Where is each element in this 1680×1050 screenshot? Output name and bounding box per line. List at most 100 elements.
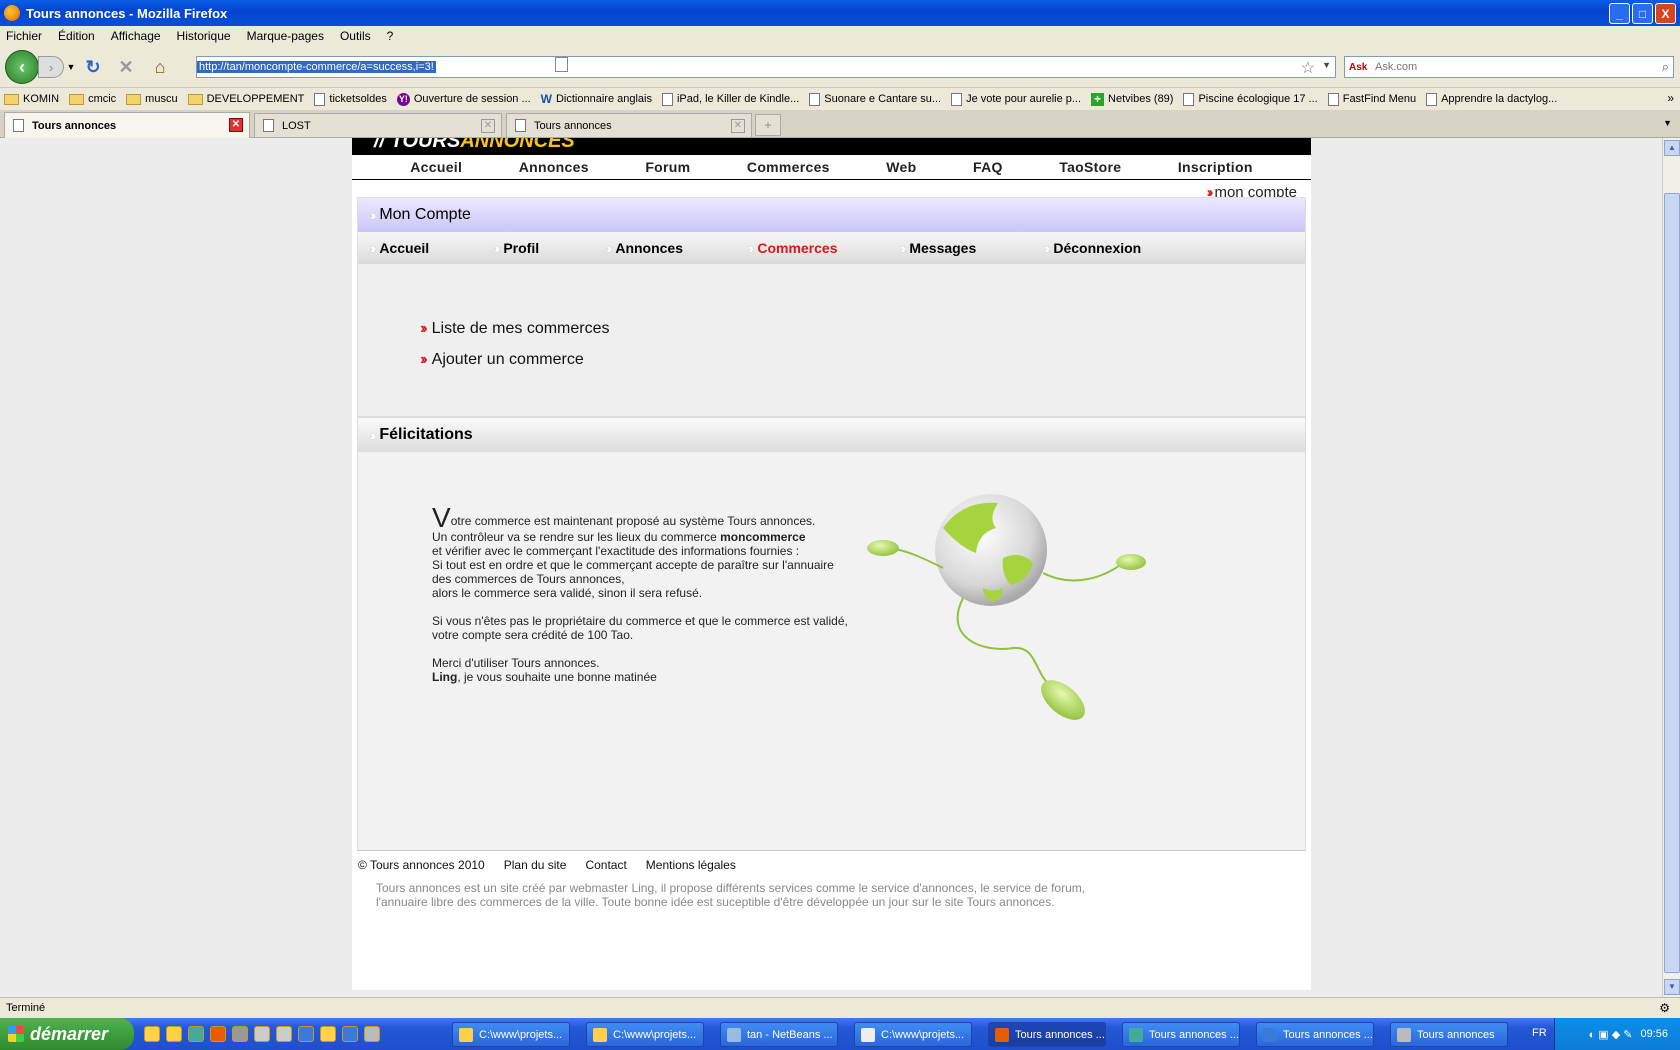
quicklaunch-user-icon[interactable] [232,1026,248,1042]
quicklaunch-ie-icon[interactable] [342,1026,358,1042]
tab-close-icon[interactable]: ✕ [229,118,243,132]
quicklaunch-app-icon[interactable] [364,1026,380,1042]
history-dropdown-icon[interactable]: ▼ [60,56,82,78]
nav-commerces[interactable]: Commerces [747,159,830,175]
search-icon[interactable]: ⌕ [1662,59,1669,75]
tray-icons[interactable]: ◐ ▣ ◆ ✎ [1589,1028,1633,1041]
start-button[interactable]: démarrer [0,1018,134,1050]
subnav-annonces[interactable]: ›› Annonces [606,240,736,256]
footer-copyright: © Tours annonces 2010 [358,858,485,872]
tab-tours-annonces[interactable]: Tours annonces ✕ [4,112,250,138]
vertical-scrollbar[interactable]: ▲ ▼ [1662,138,1680,997]
quicklaunch-folder-icon[interactable] [166,1026,182,1042]
chrome-icon [1129,1027,1143,1042]
tab-close-icon[interactable]: ✕ [481,119,495,133]
search-bar[interactable]: Ask ⌕ [1344,56,1674,78]
nav-faq[interactable]: FAQ [973,159,1003,175]
taskbar-button[interactable]: C:\www\projets... [452,1022,570,1047]
list-commerces-link[interactable]: ›› Liste de mes commerces [420,320,1305,338]
ask-search-engine-icon[interactable]: Ask [1349,58,1375,76]
new-tab-button[interactable]: + [755,114,781,136]
page-icon [515,119,526,132]
taskbar-button[interactable]: Tours annonces ... [1256,1022,1374,1047]
quicklaunch-app-icon[interactable] [276,1026,292,1042]
bookmark-item[interactable]: W Dictionnaire anglais [541,92,652,106]
url-bar[interactable]: http://tan/moncompte-commerce/a=success,… [196,56,1336,78]
bookmark-item[interactable]: muscu [126,93,178,105]
nav-taostore[interactable]: TaoStore [1059,159,1121,175]
bookmark-item[interactable]: Piscine écologique 17 ... [1183,92,1318,106]
status-gear-icon[interactable]: ⚙ [1659,1001,1670,1015]
scroll-up-icon[interactable]: ▲ [1664,140,1680,156]
bookmark-item[interactable]: ticketsoldes [314,92,387,106]
quicklaunch-firefox-icon[interactable] [210,1026,226,1042]
subnav-commerces[interactable]: ›› Commerces [748,240,888,256]
url-dropdown-icon[interactable]: ▼ [1322,60,1331,70]
quicklaunch-app-icon[interactable] [254,1026,270,1042]
bookmark-item[interactable]: FastFind Menu [1327,92,1416,106]
taskbar-button[interactable]: C:\www\projets... [586,1022,704,1047]
menu-fichier[interactable]: Fichier [6,29,42,43]
back-arrow-icon: ‹ [19,56,25,77]
scroll-thumb[interactable] [1664,193,1680,973]
subnav-profil[interactable]: ›› Profil [494,240,594,256]
bookmark-item[interactable]: Je vote pour aurelie p... [951,92,1081,106]
site-logo[interactable]: // TOURSANNONCES [352,138,1311,155]
bookmark-item[interactable]: Y! Ouverture de session ... [396,92,531,106]
tab-close-icon[interactable]: ✕ [731,119,745,133]
taskbar-button[interactable]: tan - NetBeans ... [720,1022,838,1047]
close-button[interactable]: X [1655,3,1676,24]
nav-annonces[interactable]: Annonces [519,159,589,175]
menu-historique[interactable]: Historique [177,29,231,43]
scroll-down-icon[interactable]: ▼ [1664,979,1680,995]
subnav-messages[interactable]: ›› Messages [900,240,1032,256]
quicklaunch-ie-icon[interactable] [298,1026,314,1042]
footer-contact[interactable]: Contact [585,858,626,872]
double-chevron-icon: ›› [420,320,427,337]
bookmark-item[interactable]: DEVELOPPEMENT [187,93,304,105]
nav-inscription[interactable]: Inscription [1178,159,1253,175]
tab-tours-annonces-2[interactable]: Tours annonces ✕ [506,113,752,137]
footer-plan-du-site[interactable]: Plan du site [504,858,567,872]
bookmark-item[interactable]: Apprendre la dactylog... [1426,92,1557,106]
taskbar-button[interactable]: Tours annonces [1390,1022,1508,1047]
back-button[interactable]: ‹ [5,50,39,84]
taskbar-button-active[interactable]: Tours annonces ... [988,1022,1106,1047]
subnav-accueil[interactable]: ›› Accueil [370,240,482,256]
taskbar-button[interactable]: Tours annonces ... [1122,1022,1240,1047]
quicklaunch-folder-icon[interactable] [320,1026,336,1042]
menu-help[interactable]: ? [387,29,394,43]
tab-list-icon[interactable]: ▼ [1663,118,1672,128]
menu-affichage[interactable]: Affichage [111,29,161,43]
language-indicator[interactable]: FR [1532,1027,1547,1039]
nav-forum[interactable]: Forum [645,159,690,175]
double-chevron-icon: ›› [370,427,377,443]
maximize-button[interactable]: □ [1632,3,1653,24]
footer-mentions-legales[interactable]: Mentions légales [646,858,736,872]
bookmark-item[interactable]: + Netvibes (89) [1091,92,1173,106]
bookmark-item[interactable]: Suonare e Cantare su... [809,92,941,106]
bookmarks-overflow-icon[interactable]: » [1667,91,1674,105]
add-commerce-link[interactable]: ›› Ajouter un commerce [420,351,1305,369]
subnav-deconnexion[interactable]: ›› Déconnexion [1044,240,1141,256]
taskbar-button[interactable]: C:\www\projets... [854,1022,972,1047]
menu-edition[interactable]: Édition [58,29,95,43]
home-icon[interactable]: ⌂ [149,56,171,78]
minimize-button[interactable]: _ [1609,3,1630,24]
nav-web[interactable]: Web [886,159,916,175]
search-input[interactable] [1375,61,1645,73]
footer-divider [357,850,1306,851]
bookmark-star-icon[interactable]: ☆ [1301,58,1315,78]
quicklaunch-chrome-icon[interactable] [188,1026,204,1042]
stop-icon[interactable]: ✕ [115,56,137,78]
tab-lost[interactable]: LOST ✕ [254,113,502,137]
menu-marque-pages[interactable]: Marque-pages [247,29,324,43]
bookmark-item[interactable]: iPad, le Killer de Kindle... [661,92,799,106]
bookmark-item[interactable]: KOMIN [4,93,59,105]
menu-outils[interactable]: Outils [340,29,371,43]
reload-icon[interactable]: ↻ [82,56,104,78]
url-text[interactable]: http://tan/moncompte-commerce/a=success,… [197,61,436,73]
bookmark-item[interactable]: cmcic [69,93,116,105]
nav-accueil[interactable]: Accueil [410,159,462,175]
quicklaunch-folder-icon[interactable] [144,1026,160,1042]
